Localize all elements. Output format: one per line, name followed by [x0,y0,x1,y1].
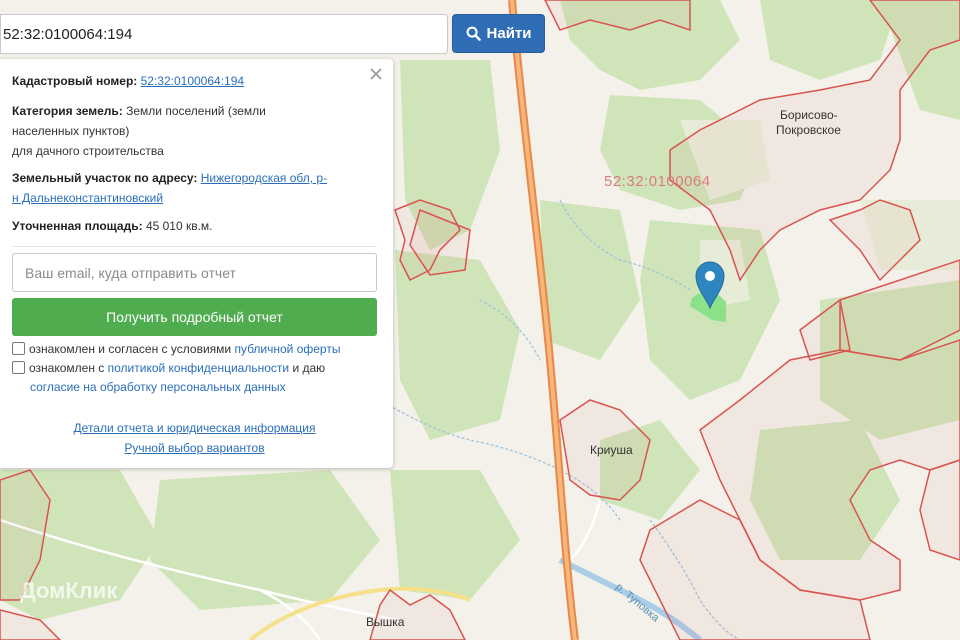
personal-data-consent-link[interactable]: согласие на обработку персональных данны… [30,380,286,394]
info-panel: Кадастровый номер: 52:32:0100064:194 Кат… [0,59,393,468]
watermark: ДомКлик [20,578,118,603]
public-offer-link[interactable]: публичной оферты [234,342,340,356]
cadastral-number-link[interactable]: 52:32:0100064:194 [141,74,244,88]
cadastral-number-field: Кадастровый номер: 52:32:0100064:194 [12,71,377,91]
address-link-2[interactable]: н Дальнеконстантиновский [12,191,163,205]
address-link-1[interactable]: Нижегородская обл, р- [201,171,327,185]
privacy-consent-text-a: ознакомлен с [29,361,108,375]
land-category-value-1: Земли поселений (земли [126,104,266,118]
area-label: Уточненная площадь: [12,219,143,233]
offer-consent-checkbox[interactable] [12,342,25,355]
privacy-consent-row: ознакомлен с политикой конфиденциальност… [12,359,377,397]
manual-selection-link[interactable]: Ручной выбор вариантов [12,441,377,455]
land-category-field: Категория земель: Земли поселений (земли… [12,101,377,161]
privacy-consent-checkbox[interactable] [12,361,25,374]
place-label-vyshka: Вышка [366,615,405,629]
offer-consent-text: ознакомлен и согласен с условиями [29,342,235,356]
land-category-value-3: для дачного строительства [12,144,164,158]
search-icon [466,26,481,41]
address-field: Земельный участок по адресу: Нижегородск… [12,168,377,208]
search-button[interactable]: Найти [452,14,545,53]
search-input[interactable] [0,14,448,54]
search-button-label: Найти [486,25,532,42]
area-value: 45 010 кв.м. [145,219,213,233]
get-report-button[interactable]: Получить подробный отчет [12,298,377,336]
area-field: Уточненная площадь: 45 010 кв.м. [12,216,377,236]
cadastral-number-label: Кадастровый номер: [12,74,138,88]
land-category-value-2: населенных пунктов) [12,124,130,138]
address-label: Земельный участок по адресу: [12,171,198,185]
quarter-label: 52:32:0100064 [604,173,711,190]
email-input[interactable] [12,253,377,292]
privacy-consent-text-b: и даю [289,361,326,375]
offer-consent-row: ознакомлен и согласен с условиями публич… [12,340,377,359]
land-category-label: Категория земель: [12,104,123,118]
divider [12,246,377,247]
place-label-kriusha: Криуша [590,443,633,457]
report-details-link[interactable]: Детали отчета и юридическая информация [12,421,377,435]
place-label-borisovo: Борисово- [780,108,838,122]
place-label-borisovo-2: Покровское [776,123,841,137]
privacy-policy-link[interactable]: политикой конфиденциальности [108,361,289,375]
